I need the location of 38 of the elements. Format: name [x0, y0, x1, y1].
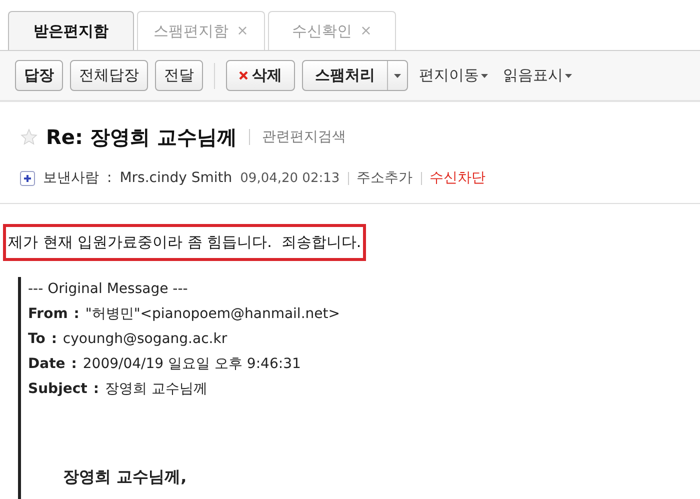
header-label: Date	[28, 354, 66, 374]
star-icon[interactable]	[20, 128, 38, 146]
header-separator: :	[51, 330, 57, 348]
sender-label: 보낸사람	[43, 169, 99, 188]
message-subject: Re: 장영희 교수님께	[46, 124, 237, 151]
header-label: Subject	[28, 380, 88, 398]
toolbar-button[interactable]: 전달	[155, 60, 203, 91]
header-label: To	[28, 330, 46, 348]
tab[interactable]: 받은편지함	[8, 11, 134, 50]
highlighted-message: 제가 현재 입원가료중이라 좀 힘듭니다. 죄송합니다.	[3, 224, 366, 260]
delete-button[interactable]: 삭제	[226, 60, 295, 91]
header-separator: :	[74, 304, 80, 324]
header-value: 2009/04/19 일요일 오후 9:46:31	[82, 354, 301, 374]
quote-header: --- Original Message ---	[28, 280, 189, 298]
message-date: 09,04,20 02:13	[240, 170, 340, 188]
header-value: 장영희 교수님께	[104, 380, 208, 398]
header-value: "허병민"<pianopoem@hanmail.net>	[85, 304, 340, 324]
sender-separator: :	[107, 169, 112, 188]
toolbar-button[interactable]: 답장	[15, 60, 63, 91]
sender-name: Mrs.cindy Smith	[120, 169, 232, 188]
caret-icon	[481, 74, 488, 78]
spam-button-label[interactable]: 스팸처리	[303, 61, 387, 90]
spam-split-button[interactable]: 스팸처리	[302, 60, 408, 91]
header-separator: :	[93, 380, 99, 398]
header-label: From	[28, 304, 68, 324]
close-icon	[239, 71, 248, 80]
greeting: 장영희 교수님께,	[63, 466, 188, 488]
toolbar-button[interactable]: 전체답장	[70, 60, 148, 91]
block-sender-link[interactable]: 수신차단	[430, 168, 486, 189]
expand-icon[interactable]	[20, 171, 35, 186]
dropdown-menu[interactable]: 읽음표시	[499, 64, 576, 87]
related-mail-link[interactable]: 관련편지검색	[262, 126, 346, 148]
add-address-link[interactable]: 주소추가	[356, 168, 413, 189]
caret-icon	[394, 74, 401, 78]
header-separator: :	[71, 354, 77, 374]
header-value: cyoungh@sogang.ac.kr	[62, 330, 228, 348]
dropdown-menu[interactable]: 편지이동	[415, 64, 492, 87]
caret-icon	[565, 74, 572, 78]
